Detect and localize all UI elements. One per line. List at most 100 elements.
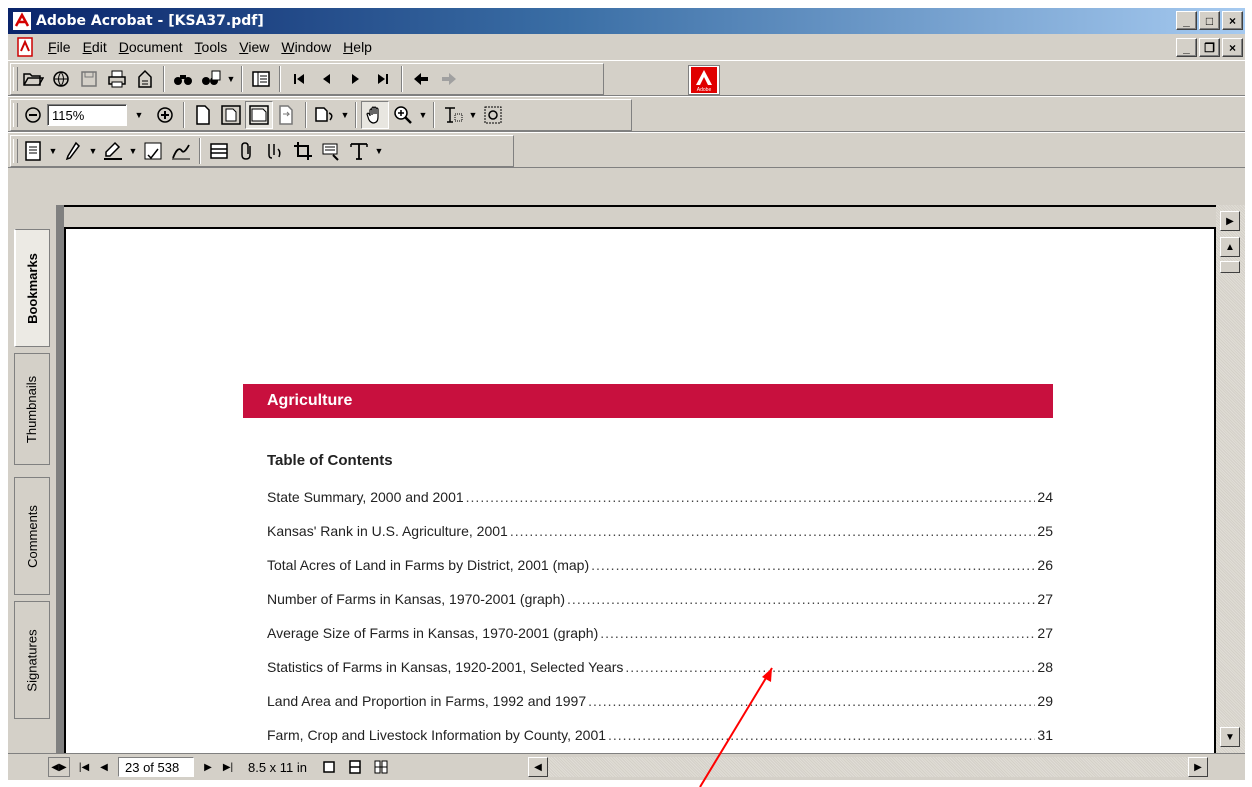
save-icon[interactable] <box>75 65 103 93</box>
pencil-dropdown-arrow[interactable]: ▼ <box>87 137 99 165</box>
maximize-button[interactable]: □ <box>1199 11 1220 30</box>
rotate-dropdown-arrow[interactable]: ▼ <box>339 101 351 129</box>
typewriter-text-icon[interactable] <box>345 137 373 165</box>
doc-close-button[interactable]: × <box>1222 38 1243 57</box>
highlight-dropdown-arrow[interactable]: ▼ <box>127 137 139 165</box>
zoom-tool-icon[interactable] <box>389 101 417 129</box>
reflow-icon[interactable] <box>273 101 301 129</box>
pencil-tool-icon[interactable] <box>59 137 87 165</box>
scroll-down-arrow-icon[interactable]: ▼ <box>1220 727 1240 747</box>
attachment-tool-icon[interactable] <box>233 137 261 165</box>
previous-page-icon[interactable] <box>313 65 341 93</box>
email-icon[interactable] <box>131 65 159 93</box>
page-number-field[interactable]: 23 of 538 <box>118 757 194 777</box>
menu-document[interactable]: Document <box>113 39 189 55</box>
find-icon[interactable] <box>169 65 197 93</box>
scroll-right-arrow-icon[interactable]: ▶ <box>1220 211 1240 231</box>
scroll-thumb[interactable] <box>1220 261 1240 273</box>
tab-thumbnails[interactable]: Thumbnails <box>14 353 50 465</box>
graphics-select-icon[interactable] <box>479 101 507 129</box>
pdf-document-icon[interactable] <box>14 37 36 57</box>
separator <box>241 66 243 92</box>
separator <box>433 102 435 128</box>
zoom-out-icon[interactable] <box>19 101 47 129</box>
continuous-layout-icon[interactable] <box>345 757 365 777</box>
go-forward-icon[interactable] <box>435 65 463 93</box>
status-last-page-icon[interactable]: ▶| <box>218 757 238 777</box>
doc-restore-button[interactable]: ❐ <box>1199 38 1220 57</box>
zoom-in-icon[interactable] <box>151 101 179 129</box>
rotate-view-icon[interactable] <box>311 101 339 129</box>
minimize-button[interactable]: _ <box>1176 11 1197 30</box>
split-view-icon[interactable]: ◀▶ <box>48 757 70 777</box>
toc-row[interactable]: Farm, Crop and Livestock Information by … <box>267 727 1053 747</box>
text-select-dropdown-arrow[interactable]: ▼ <box>467 101 479 129</box>
form-tool-icon[interactable] <box>317 137 345 165</box>
hand-tool-icon[interactable] <box>361 101 389 129</box>
spell-check-icon[interactable] <box>139 137 167 165</box>
tab-signatures[interactable]: Signatures <box>14 601 50 719</box>
doc-minimize-button[interactable]: _ <box>1176 38 1197 57</box>
toc-row[interactable]: Kansas' Rank in U.S. Agriculture, 2001 25 <box>267 523 1053 543</box>
menu-view[interactable]: View <box>233 39 275 55</box>
fit-page-icon[interactable] <box>217 101 245 129</box>
toc-row[interactable]: State Summary, 2000 and 2001 24 <box>267 489 1053 509</box>
search-dropdown-arrow[interactable]: ▼ <box>225 65 237 93</box>
movie-tool-icon[interactable] <box>205 137 233 165</box>
zoom-dropdown-arrow[interactable]: ▼ <box>127 101 151 129</box>
open-web-page-icon[interactable] <box>47 65 75 93</box>
search-icon[interactable] <box>197 65 225 93</box>
first-page-icon[interactable] <box>285 65 313 93</box>
tab-comments[interactable]: Comments <box>14 477 50 595</box>
zoom-level-field[interactable]: 115% <box>47 104 127 126</box>
typewriter-dropdown-arrow[interactable]: ▼ <box>373 137 385 165</box>
toc-row[interactable]: Statistics of Farms in Kansas, 1920-2001… <box>267 659 1053 679</box>
open-icon[interactable] <box>19 65 47 93</box>
tab-bookmarks[interactable]: Bookmarks <box>14 229 50 347</box>
view-toolbar: 115% ▼ ▼ ▼ ▼ <box>10 99 632 131</box>
touchup-text-icon[interactable] <box>261 137 289 165</box>
menu-tools[interactable]: Tools <box>189 39 234 55</box>
toc-row[interactable]: Land Area and Proportion in Farms, 1992 … <box>267 693 1053 713</box>
crop-tool-icon[interactable] <box>289 137 317 165</box>
fit-width-icon[interactable] <box>245 101 273 129</box>
next-page-icon[interactable] <box>341 65 369 93</box>
actual-size-icon[interactable] <box>189 101 217 129</box>
print-icon[interactable] <box>103 65 131 93</box>
zoom-tool-dropdown-arrow[interactable]: ▼ <box>417 101 429 129</box>
last-page-icon[interactable] <box>369 65 397 93</box>
text-select-icon[interactable] <box>439 101 467 129</box>
close-button[interactable]: × <box>1222 11 1243 30</box>
toc-page-number: 28 <box>1037 659 1053 675</box>
go-back-icon[interactable] <box>407 65 435 93</box>
toc-row[interactable]: Average Size of Farms in Kansas, 1970-20… <box>267 625 1053 645</box>
status-first-page-icon[interactable]: |◀ <box>74 757 94 777</box>
sign-tool-icon[interactable] <box>167 137 195 165</box>
highlight-tool-icon[interactable] <box>99 137 127 165</box>
facing-layout-icon[interactable] <box>371 757 391 777</box>
toc-row[interactable]: Total Acres of Land in Farms by District… <box>267 557 1053 577</box>
toc-page-number: 29 <box>1037 693 1053 709</box>
status-previous-page-icon[interactable]: ◀ <box>94 757 114 777</box>
adobe-logo-icon[interactable]: Adobe <box>688 65 720 95</box>
note-dropdown-arrow[interactable]: ▼ <box>47 137 59 165</box>
status-next-page-icon[interactable]: ▶ <box>198 757 218 777</box>
title-bar[interactable]: Adobe Acrobat - [KSA37.pdf] _ □ × <box>8 8 1245 34</box>
menu-edit[interactable]: Edit <box>77 39 113 55</box>
vertical-scrollbar[interactable]: ▶ ▲ ▼ <box>1216 205 1245 753</box>
menu-help[interactable]: Help <box>337 39 378 55</box>
toc-title: Statistics of Farms in Kansas, 1920-2001… <box>267 659 624 675</box>
show-hide-navigation-icon[interactable] <box>247 65 275 93</box>
scroll-left-arrow-icon[interactable]: ◀ <box>528 757 548 777</box>
menu-file[interactable]: File <box>42 39 77 55</box>
tab-label: Comments <box>24 504 40 568</box>
scroll-up-arrow-icon[interactable]: ▲ <box>1220 237 1240 257</box>
scroll-right-end-arrow-icon[interactable]: ▶ <box>1188 757 1208 777</box>
note-tool-icon[interactable] <box>19 137 47 165</box>
horizontal-scrollbar[interactable]: ◀ ▶ <box>528 757 1208 777</box>
document-viewport[interactable]: Agriculture Table of Contents State Summ… <box>56 205 1216 753</box>
toc-row[interactable]: Number of Farms in Kansas, 1970-2001 (gr… <box>267 591 1053 611</box>
single-page-layout-icon[interactable] <box>319 757 339 777</box>
pdf-page[interactable]: Agriculture Table of Contents State Summ… <box>64 227 1216 753</box>
menu-window[interactable]: Window <box>275 39 337 55</box>
